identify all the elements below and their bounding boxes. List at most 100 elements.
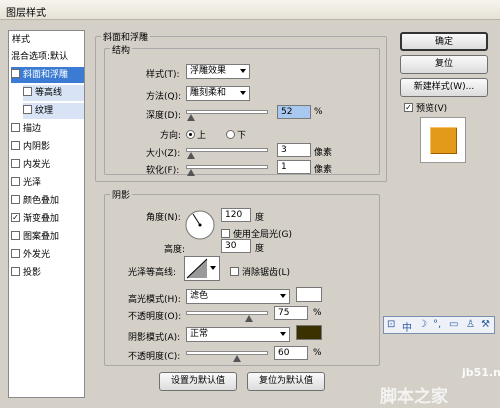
wrench-icon[interactable]: ⚒ [481,319,490,330]
highlight-mode-select[interactable]: 滤色 [186,289,290,304]
preview-checkbox[interactable]: ✓ 预览(V) [404,101,447,114]
checkbox-box[interactable] [11,177,20,186]
checkbox-box[interactable] [11,249,20,258]
set-default-button[interactable]: 设置为默认值 [159,372,237,391]
preview-box [420,117,466,163]
preview-label: 预览(V) [416,104,448,114]
reset-default-button[interactable]: 复位为默认值 [247,372,325,391]
size-label: 大小(Z): [146,149,181,159]
size-input[interactable]: 3 [277,143,311,157]
checkbox-box[interactable] [11,123,20,132]
shadow-opacity-thumb[interactable] [233,355,241,362]
chevron-down-icon [280,294,286,298]
depth-input[interactable]: 52 [277,105,311,119]
user-icon[interactable]: ♙ [466,319,475,330]
style-item[interactable]: ✓ 渐变叠加 [11,211,84,227]
checkbox-box[interactable] [23,87,32,96]
angle-input[interactable]: 120 [221,208,251,222]
radio-dot [226,130,235,139]
checkbox-box[interactable] [11,195,20,204]
style-item[interactable]: 投影 [11,265,84,281]
style-select-value: 浮雕效果 [190,66,227,76]
highlight-opacity-slider[interactable] [186,311,268,315]
style-item[interactable]: 外发光 [11,247,84,263]
depth-slider-thumb[interactable] [187,114,195,121]
style-label: 样式(T): [146,70,180,80]
checkbox-box[interactable] [11,141,20,150]
shadow-color-swatch[interactable] [296,325,322,340]
style-item[interactable]: 等高线 [23,85,84,101]
style-item-label: 斜面和浮雕 [23,70,69,80]
soften-slider-thumb[interactable] [187,169,195,176]
chevron-down-icon [280,332,286,336]
highlight-opacity-unit: % [313,308,322,318]
structure-title: 结构 [110,43,133,56]
style-item-label: 光泽 [23,178,42,188]
ime-icon[interactable]: ⊡ [387,319,395,330]
angle-dial[interactable] [184,209,216,241]
checkbox-box[interactable]: ✓ [11,69,20,78]
method-select[interactable]: 雕刻柔和 [186,86,250,101]
preview-swatch [430,127,457,154]
direction-label: 方向: [160,131,182,141]
style-item[interactable]: 纹理 [23,103,84,119]
reset-button[interactable]: 复位 [400,55,488,74]
highlight-opacity-input[interactable]: 75 [274,306,308,320]
style-item[interactable]: 光泽 [11,175,84,191]
soften-label: 软化(F): [146,166,180,176]
shadow-mode-label: 阴影模式(A): [128,333,181,343]
style-item[interactable]: 内阴影 [11,139,84,155]
checkbox-box[interactable] [11,267,20,276]
soften-input[interactable]: 1 [277,160,311,174]
keyboard-icon[interactable]: ▭ [449,319,458,330]
punct-icon[interactable]: °, [433,319,441,330]
ok-button[interactable]: 确定 [400,32,488,51]
checkbox-box[interactable] [23,105,32,114]
moon-icon[interactable]: ☽ [418,319,427,330]
title-bar: 图层样式 [0,0,500,20]
style-item[interactable]: 颜色叠加 [11,193,84,209]
highlight-color-swatch[interactable] [296,287,322,302]
style-item-label: 混合选项:默认 [11,52,69,62]
style-item-label: 等高线 [35,88,63,98]
checkbox-box[interactable] [11,231,20,240]
style-item-label: 渐变叠加 [23,214,60,224]
style-item-label: 外发光 [23,250,51,260]
radio-dot [186,130,195,139]
zhong-icon[interactable]: 中 [402,319,412,334]
checkbox-box[interactable]: ✓ [11,213,20,222]
style-item[interactable]: 图案叠加 [11,229,84,245]
ime-toolbar: ⊡ 中 ☽ °, ▭ ♙ ⚒ [383,316,495,334]
soften-slider[interactable] [186,165,268,169]
style-item[interactable]: 内发光 [11,157,84,173]
shadow-opacity-slider[interactable] [186,351,268,355]
chevron-down-icon [240,69,246,73]
style-item-label: 投影 [23,268,42,278]
style-item-label: 描边 [23,124,42,134]
size-slider-thumb[interactable] [187,152,195,159]
contour-icon [186,258,208,279]
gloss-contour-picker[interactable] [184,256,220,281]
window-title: 图层样式 [6,8,46,19]
style-item[interactable]: 描边 [11,121,84,137]
style-item-label: 图案叠加 [23,232,60,242]
style-item[interactable]: 混合选项:默认 [11,49,84,65]
checkbox-box[interactable] [11,159,20,168]
direction-up-radio[interactable]: 上 [186,128,206,141]
gloss-contour-label: 光泽等高线: [128,268,177,278]
highlight-opacity-thumb[interactable] [245,315,253,322]
depth-slider[interactable] [186,110,268,114]
size-slider[interactable] [186,148,268,152]
shadow-opacity-input[interactable]: 60 [274,346,308,360]
shadow-mode-select[interactable]: 正常 [186,327,290,342]
shadow-mode-value: 正常 [190,329,209,339]
style-select[interactable]: 浮雕效果 [186,64,250,79]
new-style-button[interactable]: 新建样式(W)... [400,78,488,97]
style-item-label: 内阴影 [23,142,51,152]
direction-down-radio[interactable]: 下 [226,128,246,141]
watermark-text: 脚本之家 [380,387,448,407]
antialias-checkbox[interactable]: 消除锯齿(L) [230,265,290,278]
altitude-input[interactable]: 30 [221,239,251,253]
style-item[interactable]: ✓ 斜面和浮雕 [11,67,84,83]
highlight-mode-value: 滤色 [190,291,209,301]
